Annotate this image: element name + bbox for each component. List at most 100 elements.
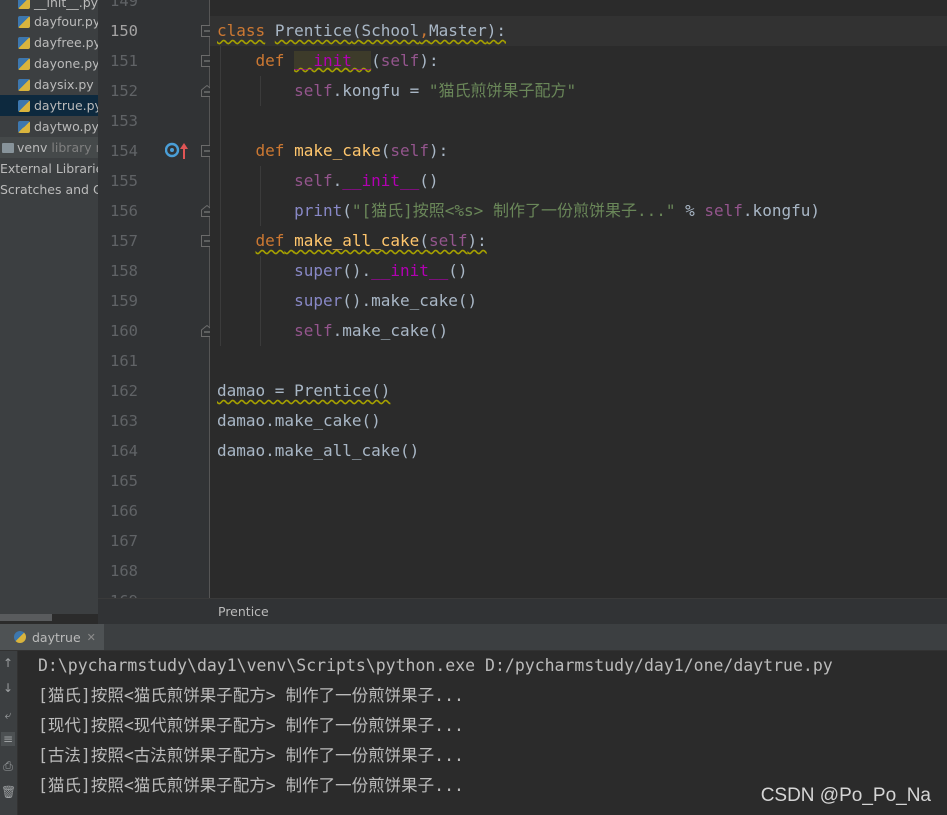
code-line-160: self.make_cake(): [217, 316, 448, 346]
close-icon[interactable]: ✕: [87, 631, 96, 644]
line-number: 166: [110, 502, 138, 520]
code-token: Prentice: [274, 21, 352, 40]
code-token: (: [351, 21, 362, 40]
line-number: 151: [110, 52, 138, 70]
tab-daytrue[interactable]: daytrue ✕: [0, 624, 104, 650]
code-line-152: self.kongfu = "猫氏煎饼果子配方": [217, 76, 576, 106]
line-number: 152: [110, 82, 138, 100]
line-number: 168: [110, 562, 138, 580]
code-token: self: [390, 141, 429, 160]
tree-file-dayfour[interactable]: dayfour.py: [0, 11, 98, 32]
tree-item-label: External Libraries: [0, 161, 98, 176]
line-number: 155: [110, 172, 138, 190]
tree-item-label: __init__.py: [34, 0, 98, 10]
tree-item-label: venv: [17, 140, 48, 155]
line-number: 158: [110, 262, 138, 280]
python-file-icon: [18, 78, 30, 91]
soft-wrap-icon[interactable]: ⤶: [1, 708, 15, 722]
code-token: (: [419, 231, 429, 250]
code-line-156: print("[猫氏]按照<%s> 制作了一份煎饼果子..." % self.k…: [217, 196, 820, 226]
print-icon[interactable]: ⎙: [1, 759, 15, 773]
python-file-icon: [18, 36, 30, 49]
code-line-155: self.__init__(): [217, 166, 439, 196]
python-icon: [14, 631, 26, 643]
code-token: def: [255, 231, 285, 250]
code-token: (: [371, 51, 381, 70]
code-editor[interactable]: class Prentice(School,Master): def __ini…: [210, 0, 947, 598]
line-number: 159: [110, 292, 138, 310]
code-token: make_all_cake: [294, 231, 420, 250]
horizontal-scrollbar[interactable]: [0, 614, 52, 621]
line-number: 157: [110, 232, 138, 250]
code-token: __init__: [294, 51, 372, 70]
breadcrumb: Prentice: [98, 598, 947, 625]
console-line: D:\pycharmstudy\day1\venv\Scripts\python…: [38, 656, 833, 675]
tree-item-label: dayone.py: [34, 56, 98, 71]
tree-item-label: daytwo.py: [34, 119, 98, 134]
python-file-icon: [18, 0, 30, 9]
tree-scratches[interactable]: Scratches and Co: [0, 179, 98, 200]
line-number: 161: [110, 352, 138, 370]
code-token: def: [255, 141, 285, 160]
tree-folder-venv[interactable]: venvlibrary ro: [0, 137, 98, 158]
watermark: CSDN @Po_Po_Na: [760, 785, 931, 806]
code-token: %: [675, 201, 705, 220]
code-token: (: [342, 201, 352, 220]
code-token: self: [294, 321, 333, 340]
console-line: [猫氏]按照<猫氏煎饼果子配方> 制作了一份煎饼果子...: [38, 686, 464, 705]
line-number: 167: [110, 532, 138, 550]
line-number: 160: [110, 322, 138, 340]
code-token: ().: [342, 261, 372, 280]
breadcrumb-item[interactable]: Prentice: [218, 604, 269, 619]
tree-file-daytrue[interactable]: daytrue.py: [0, 95, 98, 116]
code-line-151: def __init__(self):: [217, 46, 439, 76]
code-line-157: def make_all_cake(self):: [217, 226, 487, 256]
code-line-159: super().make_cake(): [217, 286, 477, 316]
line-number: 164: [110, 442, 138, 460]
code-token: ):: [419, 51, 439, 70]
code-token: self: [380, 51, 420, 70]
console-line: [现代]按照<现代煎饼果子配方> 制作了一份煎饼果子...: [38, 716, 464, 735]
code-line-154: def make_cake(self):: [217, 136, 449, 166]
tree-item-label: dayfour.py: [34, 14, 98, 29]
tree-item-note: library ro: [51, 140, 98, 155]
trash-icon[interactable]: 🗑: [1, 785, 16, 799]
python-file-icon: [18, 15, 30, 28]
line-number: 163: [110, 412, 138, 430]
code-token: School: [361, 21, 420, 40]
code-token: .kongfu): [742, 201, 820, 220]
code-line-163: damao.make_cake(): [217, 411, 381, 430]
arrow-down-icon[interactable]: ↓: [1, 681, 15, 695]
line-number: 162: [110, 382, 138, 400]
code-token: ):: [486, 21, 507, 40]
tree-item-label: daysix.py: [34, 77, 94, 92]
folder-icon: [2, 142, 14, 153]
code-token: class: [217, 21, 266, 40]
tree-item-label: daytrue.py: [34, 98, 98, 113]
tree-item-label: Scratches and Co: [0, 182, 98, 197]
tree-external-libraries[interactable]: External Libraries: [0, 158, 98, 179]
arrow-up-icon[interactable]: ↑: [1, 656, 15, 670]
tree-file-daysix[interactable]: daysix.py: [0, 74, 98, 95]
code-token: super: [294, 261, 343, 280]
line-number: 154: [110, 142, 138, 160]
code-token: super: [294, 291, 343, 310]
code-token: damao = Prentice(): [217, 381, 391, 400]
tree-file-dayfree[interactable]: dayfree.py: [0, 32, 98, 53]
code-token: self: [704, 201, 743, 220]
code-line-164: damao.make_all_cake(): [217, 441, 420, 460]
override-marker-icon[interactable]: [165, 141, 189, 161]
tree-file-dayone[interactable]: dayone.py: [0, 53, 98, 74]
tab-label: daytrue: [32, 629, 81, 645]
code-token: self: [294, 171, 333, 190]
tree-file-daytwo[interactable]: daytwo.py: [0, 116, 98, 137]
run-tab-bar: daytrue ✕: [0, 624, 947, 651]
scroll-to-end-icon[interactable]: ≡: [1, 732, 15, 746]
console-line: [古法]按照<古法煎饼果子配方> 制作了一份煎饼果子...: [38, 746, 464, 765]
code-token: .: [332, 171, 343, 190]
editor-gutter: 149 150 151 152 153 154 155 156 157 158 …: [98, 0, 236, 610]
line-number: 165: [110, 472, 138, 490]
code-token: __init__: [342, 171, 420, 190]
code-token: (): [448, 261, 468, 280]
code-token: .make_cake(): [332, 321, 449, 340]
